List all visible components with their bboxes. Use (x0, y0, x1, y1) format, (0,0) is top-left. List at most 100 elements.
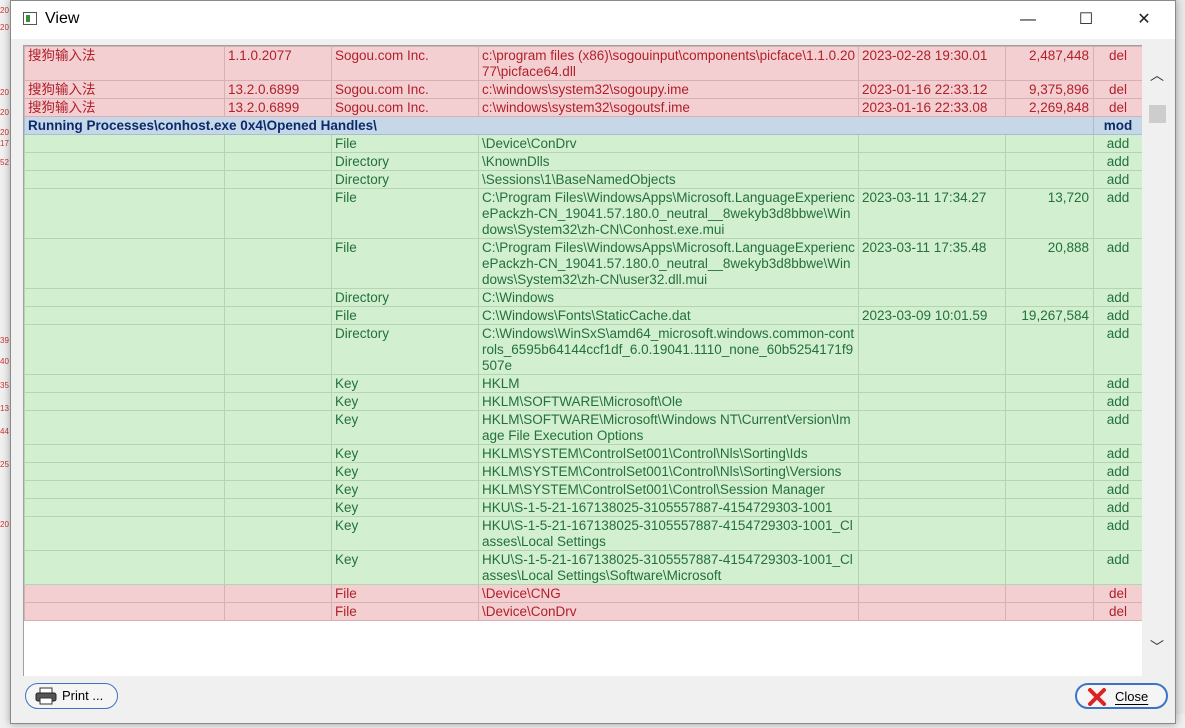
print-button[interactable]: Print ... (25, 683, 118, 709)
col-size (1005, 374, 1094, 393)
col-size: 2,269,848 (1005, 98, 1094, 117)
table-row[interactable]: File \Device\CNG del (24, 584, 1142, 603)
col-version (224, 170, 332, 189)
col-version (224, 374, 332, 393)
table-row[interactable]: Key HKU\S-1-5-21-167138025-3105557887-415… (24, 498, 1142, 517)
col-date (858, 288, 1006, 307)
col-company: Directory (331, 152, 479, 171)
col-company: File (331, 584, 479, 603)
table-row[interactable]: Directory C:\Windows add (24, 288, 1142, 307)
col-company: Key (331, 480, 479, 499)
col-size: 20,888 (1005, 238, 1094, 289)
col-action: add (1093, 288, 1142, 307)
col-size (1005, 444, 1094, 463)
col-date: 2023-03-11 17:35.48 (858, 238, 1006, 289)
col-date (858, 410, 1006, 445)
col-action: add (1093, 152, 1142, 171)
col-date (858, 170, 1006, 189)
table-row[interactable]: File C:\Windows\Fonts\StaticCache.dat 2023… (24, 306, 1142, 325)
col-name (24, 324, 225, 375)
col-path: HKLM\SOFTWARE\Microsoft\Ole (478, 392, 859, 411)
table-row[interactable]: 搜狗输入法 13.2.0.6899 Sogou.com Inc. c:\windows… (24, 98, 1142, 117)
col-company: Key (331, 374, 479, 393)
table-row[interactable]: Directory \KnownDlls add (24, 152, 1142, 171)
col-version (224, 602, 332, 621)
maximize-button[interactable]: ☐ (1057, 1, 1115, 39)
col-size: 2,487,448 (1005, 46, 1094, 81)
app-window-icon (23, 12, 37, 25)
col-date (858, 550, 1006, 585)
col-path: HKLM\SYSTEM\ControlSet001\Control\Sessio… (478, 480, 859, 499)
minimize-button[interactable]: — (999, 1, 1057, 39)
col-path: HKLM\SYSTEM\ControlSet001\Control\Nls\So… (478, 444, 859, 463)
col-size (1005, 392, 1094, 411)
scroll-up-arrow-icon[interactable]: ︿ (1145, 62, 1169, 88)
table-row[interactable]: Directory C:\Windows\WinSxS\amd64_microso… (24, 324, 1142, 375)
col-action: add (1093, 324, 1142, 375)
col-date (858, 462, 1006, 481)
col-version (224, 410, 332, 445)
col-name (24, 444, 225, 463)
close-button[interactable]: Close (1075, 683, 1168, 709)
table-row[interactable]: File C:\Program Files\WindowsApps\Microso… (24, 238, 1142, 289)
col-path: \Sessions\1\BaseNamedObjects (478, 170, 859, 189)
col-path: HKLM (478, 374, 859, 393)
col-version (224, 480, 332, 499)
report-table-viewport[interactable]: 搜狗输入法 1.1.0.2077 Sogou.com Inc. c:\program … (23, 45, 1142, 676)
col-date: 2023-03-11 17:34.27 (858, 188, 1006, 239)
section-header-row[interactable]: Running Processes\conhost.exe 0x4\Opened… (24, 116, 1142, 135)
col-size: 19,267,584 (1005, 306, 1094, 325)
col-name (24, 134, 225, 153)
col-path: \Device\ConDrv (478, 134, 859, 153)
table-row[interactable]: 搜狗输入法 13.2.0.6899 Sogou.com Inc. c:\windows… (24, 80, 1142, 99)
background-number: 44 (0, 427, 9, 436)
scroll-down-arrow-icon[interactable]: ﹀ (1145, 634, 1169, 660)
table-row[interactable]: File \Device\ConDrv del (24, 602, 1142, 621)
table-row[interactable]: File C:\Program Files\WindowsApps\Microso… (24, 188, 1142, 239)
background-number: 17 (0, 139, 9, 148)
col-company: File (331, 602, 479, 621)
col-name (24, 462, 225, 481)
col-size: 9,375,896 (1005, 80, 1094, 99)
col-action: del (1093, 98, 1142, 117)
table-row[interactable]: Directory \Sessions\1\BaseNamedObjects add (24, 170, 1142, 189)
table-row[interactable]: Key HKLM\SYSTEM\ControlSet001\Control\Nls… (24, 444, 1142, 463)
col-version (224, 134, 332, 153)
table-row[interactable]: Key HKLM\SOFTWARE\Microsoft\Windows NT\Cu… (24, 410, 1142, 445)
table-row[interactable]: Key HKLM\SYSTEM\ControlSet001\Control\Ses… (24, 480, 1142, 499)
table-row[interactable]: 搜狗输入法 1.1.0.2077 Sogou.com Inc. c:\program … (24, 46, 1142, 81)
background-number: 20 (0, 520, 9, 529)
col-company: Key (331, 516, 479, 551)
col-company: Sogou.com Inc. (331, 98, 479, 117)
col-name (24, 410, 225, 445)
col-size (1005, 170, 1094, 189)
table-row[interactable]: File \Device\ConDrv add (24, 134, 1142, 153)
table-row[interactable]: Key HKLM\SOFTWARE\Microsoft\Ole add (24, 392, 1142, 411)
table-row[interactable]: Key HKU\S-1-5-21-167138025-3105557887-415… (24, 550, 1142, 585)
col-company: Directory (331, 170, 479, 189)
col-company: Key (331, 498, 479, 517)
col-version (224, 584, 332, 603)
red-x-icon (1086, 688, 1108, 706)
table-row[interactable]: Key HKLM\SYSTEM\ControlSet001\Control\Nls… (24, 462, 1142, 481)
vertical-scrollbar[interactable]: ︿ ﹀ (1145, 45, 1169, 675)
col-action: add (1093, 498, 1142, 517)
col-size (1005, 602, 1094, 621)
col-name: 搜狗输入法 (24, 80, 225, 99)
section-action: mod (1093, 116, 1142, 135)
scroll-thumb[interactable] (1149, 105, 1166, 123)
col-size (1005, 152, 1094, 171)
table-row[interactable]: Key HKU\S-1-5-21-167138025-3105557887-415… (24, 516, 1142, 551)
background-number: 20 (0, 6, 9, 15)
table-row[interactable]: Key HKLM add (24, 374, 1142, 393)
col-name (24, 288, 225, 307)
col-date (858, 324, 1006, 375)
col-action: add (1093, 550, 1142, 585)
col-action: add (1093, 170, 1142, 189)
col-path: \Device\ConDrv (478, 602, 859, 621)
col-date: 2023-01-16 22:33.08 (858, 98, 1006, 117)
col-company: Directory (331, 324, 479, 375)
close-window-button[interactable]: ✕ (1115, 1, 1173, 39)
col-path: C:\Windows\Fonts\StaticCache.dat (478, 306, 859, 325)
col-name: 搜狗输入法 (24, 98, 225, 117)
